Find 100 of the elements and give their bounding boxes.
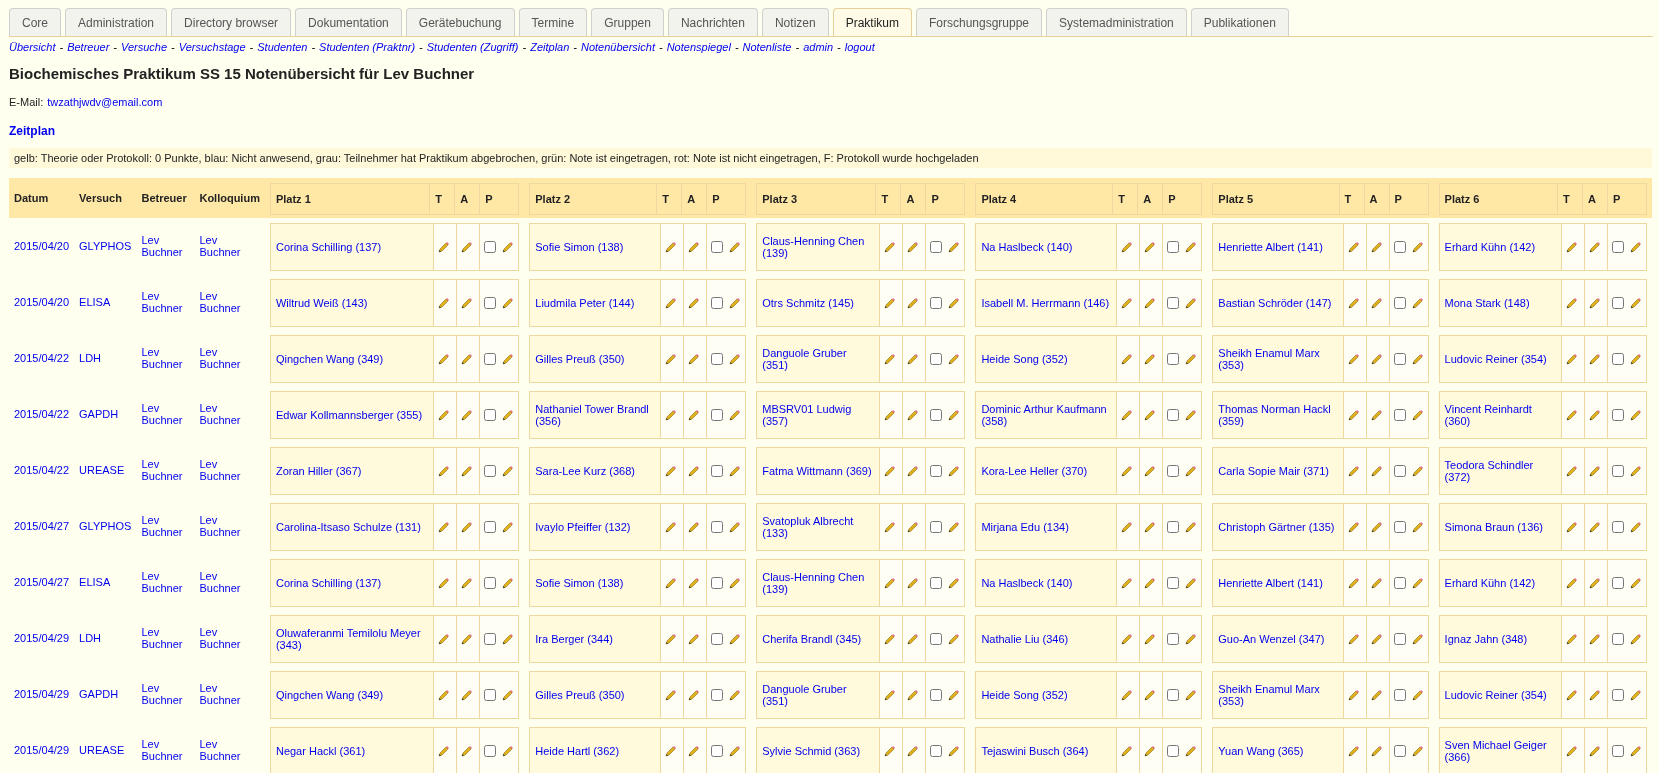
pencil-icon[interactable] [502,745,515,757]
pencil-icon[interactable] [884,633,897,645]
pencil-icon[interactable] [1370,353,1383,365]
pencil-icon[interactable] [1370,745,1383,757]
pencil-icon[interactable] [948,297,961,309]
checkbox[interactable] [930,745,943,757]
date-link[interactable]: 2015/04/20 [14,296,70,308]
student-link[interactable]: Gilles Preuß (350) [535,353,625,365]
pencil-icon[interactable] [1185,577,1198,589]
pencil-icon[interactable] [461,465,474,477]
pencil-icon[interactable] [502,241,515,253]
pencil-icon[interactable] [1411,353,1424,365]
date-link[interactable]: 2015/04/29 [14,632,70,644]
date-link[interactable]: 2015/04/20 [14,240,70,252]
tab[interactable]: Gruppen [591,8,664,36]
pencil-icon[interactable] [688,353,701,365]
pencil-icon[interactable] [461,577,474,589]
pencil-icon[interactable] [729,577,742,589]
pencil-icon[interactable] [1347,409,1360,421]
pencil-icon[interactable] [1566,465,1578,477]
pencil-icon[interactable] [461,521,474,533]
checkbox[interactable] [484,409,497,421]
examiner-link[interactable]: Lev Buchner [199,738,260,762]
pencil-icon[interactable] [688,577,701,589]
nav-link[interactable]: Studenten (Praktnr) [319,41,416,53]
pencil-icon[interactable] [1589,297,1601,309]
examiner-link[interactable]: Lev Buchner [199,514,260,538]
pencil-icon[interactable] [688,521,701,533]
experiment-link[interactable]: UREASE [79,464,125,476]
pencil-icon[interactable] [1630,241,1642,253]
pencil-icon[interactable] [1185,521,1198,533]
pencil-icon[interactable] [1185,745,1198,757]
pencil-icon[interactable] [502,353,515,365]
pencil-icon[interactable] [502,689,515,701]
tab[interactable]: Nachrichten [667,8,758,36]
experiment-link[interactable]: UREASE [79,744,125,756]
supervisor-link[interactable]: Lev Buchner [141,402,190,426]
examiner-link[interactable]: Lev Buchner [199,402,260,426]
pencil-icon[interactable] [1589,577,1601,589]
pencil-icon[interactable] [907,353,920,365]
checkbox[interactable] [711,577,724,589]
pencil-icon[interactable] [1411,745,1424,757]
pencil-icon[interactable] [948,465,961,477]
checkbox[interactable] [711,409,724,421]
checkbox[interactable] [930,633,943,645]
checkbox[interactable] [711,297,724,309]
pencil-icon[interactable] [502,521,515,533]
pencil-icon[interactable] [907,241,920,253]
pencil-icon[interactable] [907,577,920,589]
supervisor-link[interactable]: Lev Buchner [141,458,190,482]
date-link[interactable]: 2015/04/27 [14,520,70,532]
pencil-icon[interactable] [948,241,961,253]
checkbox[interactable] [1167,353,1180,365]
pencil-icon[interactable] [1589,689,1601,701]
date-link[interactable]: 2015/04/22 [14,464,70,476]
tab[interactable]: Administration [65,8,168,36]
pencil-icon[interactable] [1185,353,1198,365]
checkbox[interactable] [1612,297,1624,309]
pencil-icon[interactable] [1566,409,1578,421]
pencil-icon[interactable] [1144,521,1157,533]
pencil-icon[interactable] [665,297,678,309]
supervisor-link[interactable]: Lev Buchner [141,514,190,538]
tab[interactable]: Systemadministration [1046,8,1187,36]
pencil-icon[interactable] [1121,521,1134,533]
tab[interactable]: Praktikum [832,8,912,36]
pencil-icon[interactable] [1121,353,1134,365]
pencil-icon[interactable] [1144,465,1157,477]
checkbox[interactable] [1393,633,1406,645]
examiner-link[interactable]: Lev Buchner [199,570,260,594]
pencil-icon[interactable] [907,745,920,757]
supervisor-link[interactable]: Lev Buchner [141,570,190,594]
pencil-icon[interactable] [1144,409,1157,421]
checkbox[interactable] [1612,521,1624,533]
pencil-icon[interactable] [1411,633,1424,645]
pencil-icon[interactable] [1144,745,1157,757]
pencil-icon[interactable] [1121,297,1134,309]
checkbox[interactable] [1612,353,1624,365]
checkbox[interactable] [930,465,943,477]
tab[interactable]: Publikationen [1190,8,1289,36]
pencil-icon[interactable] [1566,745,1578,757]
pencil-icon[interactable] [729,297,742,309]
pencil-icon[interactable] [1144,297,1157,309]
pencil-icon[interactable] [1185,297,1198,309]
pencil-icon[interactable] [1347,745,1360,757]
pencil-icon[interactable] [1121,241,1134,253]
pencil-icon[interactable] [1347,633,1360,645]
pencil-icon[interactable] [688,241,701,253]
student-link[interactable]: Sofie Simon (138) [535,241,624,253]
pencil-icon[interactable] [948,353,961,365]
pencil-icon[interactable] [461,409,474,421]
pencil-icon[interactable] [1144,353,1157,365]
student-link[interactable]: Gilles Preuß (350) [535,689,625,701]
supervisor-link[interactable]: Lev Buchner [141,346,190,370]
pencil-icon[interactable] [461,297,474,309]
pencil-icon[interactable] [1630,353,1642,365]
pencil-icon[interactable] [665,465,678,477]
pencil-icon[interactable] [1347,353,1360,365]
pencil-icon[interactable] [884,409,897,421]
pencil-icon[interactable] [1566,241,1578,253]
pencil-icon[interactable] [884,689,897,701]
